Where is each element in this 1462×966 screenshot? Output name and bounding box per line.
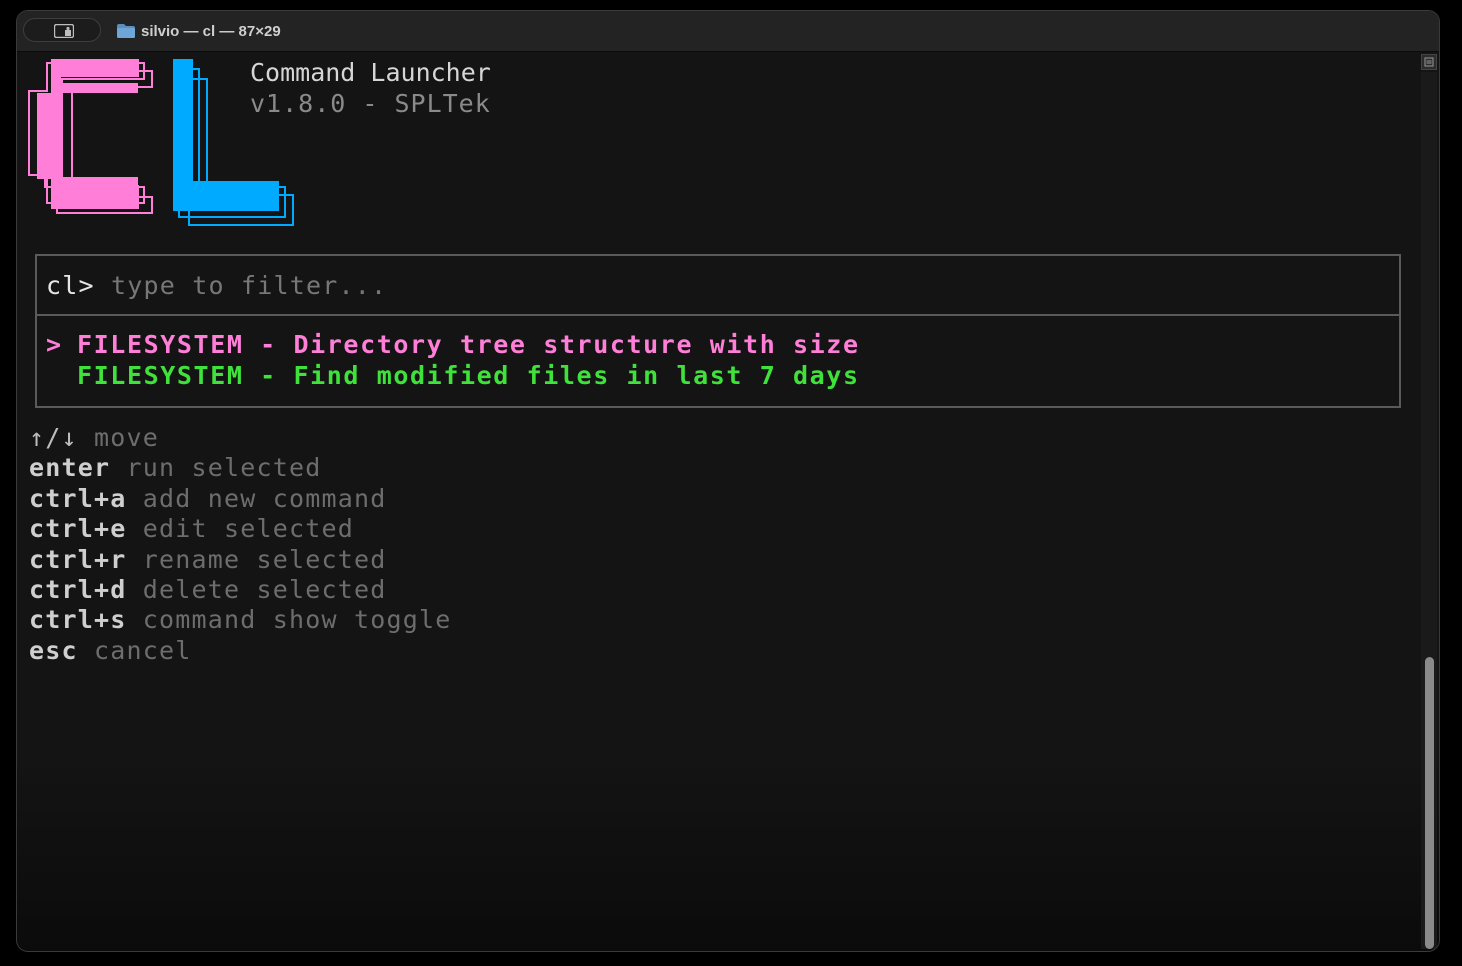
keybind-key: ctrl+a (29, 483, 127, 513)
filter-box[interactable]: cl> (35, 254, 1401, 316)
window-title: silvio — cl — 87×29 (117, 21, 281, 41)
keybind-delete: ctrl+d delete selected (29, 575, 452, 605)
sidebar-toggle-button[interactable] (23, 18, 101, 42)
filter-input[interactable] (111, 270, 1212, 300)
keybind-key: ctrl+d (29, 574, 127, 604)
scrollbar-track[interactable] (1421, 72, 1437, 949)
keybind-add: ctrl+a add new command (29, 484, 452, 514)
sidebar-profile-icon (54, 24, 74, 38)
keybind-move: ↑/↓ move (29, 423, 452, 453)
keybind-key: ctrl+r (29, 544, 127, 574)
keybind-toggle: ctrl+s command show toggle (29, 605, 452, 635)
keybind-key: esc (29, 635, 78, 665)
title-bar[interactable]: silvio — cl — 87×29 (17, 11, 1439, 52)
result-label: FILESYSTEM - Find modified files in last… (77, 361, 860, 390)
window-title-text: silvio — cl — 87×29 (141, 22, 281, 40)
keybind-rename: ctrl+r rename selected (29, 545, 452, 575)
scroll-marker-icon (1424, 57, 1434, 67)
terminal-content[interactable]: Command Launcher v1.8.0 - SPLTek cl> > FI… (17, 52, 1439, 951)
keybind-key: ctrl+s (29, 605, 127, 635)
result-label: FILESYSTEM - Directory tree structure wi… (77, 330, 860, 359)
keybind-help: ↑/↓ move enter run selected ctrl+a add n… (29, 423, 452, 666)
keybind-key: enter (29, 453, 111, 483)
result-row[interactable]: FILESYSTEM - Find modified files in last… (46, 360, 1399, 391)
result-row-selected[interactable]: > FILESYSTEM - Directory tree structure w… (46, 329, 1399, 360)
keybind-desc: edit selected (142, 514, 355, 544)
keybind-run: enter run selected (29, 453, 452, 483)
keybind-desc: command show toggle (142, 605, 452, 635)
keybind-cancel: esc cancel (29, 636, 452, 666)
keybind-desc: cancel (94, 635, 192, 665)
terminal-window: silvio — cl — 87×29 Command Launcher v1.… (16, 10, 1440, 952)
app-name: Command Launcher (250, 58, 491, 87)
folder-icon (117, 24, 135, 38)
results-list: > FILESYSTEM - Directory tree structure w… (35, 314, 1401, 408)
keybind-desc: rename selected (142, 544, 387, 574)
filter-prompt: cl> (46, 270, 112, 300)
keybind-desc: add new command (142, 483, 387, 513)
keybind-desc: delete selected (142, 574, 387, 604)
selection-cursor: > (46, 330, 63, 359)
scroll-marker-button[interactable] (1421, 54, 1437, 70)
logo-letter-c (28, 59, 153, 214)
keybind-edit: ctrl+e edit selected (29, 514, 452, 544)
keybind-desc: move (94, 423, 160, 452)
scrollbar-thumb[interactable] (1425, 657, 1434, 949)
keybind-desc: run selected (126, 453, 322, 483)
keybind-key: ctrl+e (29, 514, 127, 544)
app-version: v1.8.0 - SPLTek (250, 89, 491, 118)
keybind-key: ↑/↓ (29, 423, 78, 452)
